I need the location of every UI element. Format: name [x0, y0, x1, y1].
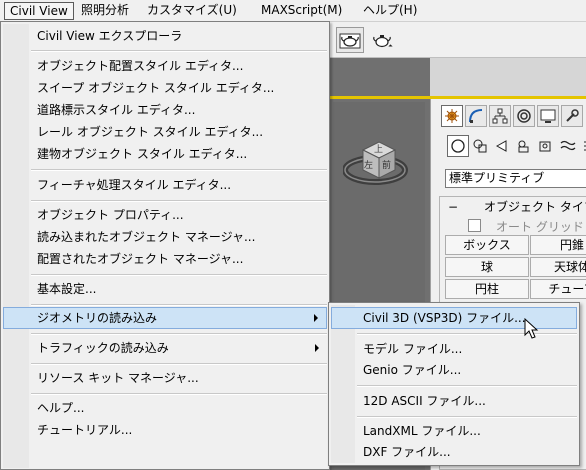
motion-tab-icon [517, 109, 531, 123]
menu-separator [357, 416, 577, 418]
teapot-render-icon [339, 33, 361, 49]
submenu-item-12d-ascii-file[interactable]: 12D ASCII ファイル... [331, 390, 577, 412]
menu-item-road-marking-style-editor[interactable]: 道路標示スタイル エディタ... [3, 99, 327, 121]
autogrid-label: オート グリッド [496, 220, 584, 234]
lights-icon [495, 140, 507, 152]
helpers-icon [539, 141, 551, 152]
menu-maxscript[interactable]: MAXScript(M) [256, 2, 347, 20]
helpers-category[interactable] [535, 135, 557, 157]
geometry-icon [451, 139, 465, 153]
menu-item-rail-object-style-editor[interactable]: レール オブジェクト スタイル エディタ... [3, 121, 327, 143]
hierarchy-tab-icon [492, 108, 508, 124]
menu-item-feature-processing-style-editor[interactable]: フィーチャ処理スタイル エディタ... [3, 174, 327, 196]
submenu-item-genio-file[interactable]: Genio ファイル... [331, 359, 577, 381]
tab-modify[interactable] [465, 105, 487, 127]
systems-category[interactable] [577, 135, 586, 157]
render-setup-button[interactable] [336, 27, 364, 53]
menu-item-resource-kit-manager[interactable]: リソース キット マネージャ... [3, 367, 327, 389]
utilities-tab-icon [566, 109, 579, 122]
menu-item-sweep-object-style-editor[interactable]: スイープ オブジェクト スタイル エディタ... [3, 77, 327, 99]
tab-display[interactable] [537, 105, 559, 127]
rollout-toggle[interactable]: − [448, 199, 458, 215]
menu-item-object-properties[interactable]: オブジェクト プロパティ... [3, 204, 327, 226]
cone-button[interactable]: 円錐 [530, 235, 586, 255]
menu-item-object-placement-style-editor[interactable]: オブジェクト配置スタイル エディタ... [3, 55, 327, 77]
menu-item-traffic-import[interactable]: トラフィックの読み込み [3, 337, 327, 359]
menu-separator [31, 50, 327, 52]
sphere-button[interactable]: 球 [445, 257, 529, 277]
menu-separator [31, 393, 327, 395]
geometry-category[interactable] [447, 135, 469, 157]
menu-item-traffic-import-label: トラフィックの読み込み [37, 341, 169, 355]
spacewarps-category[interactable] [557, 135, 579, 157]
cylinder-button[interactable]: 円柱 [445, 279, 529, 299]
display-tab-icon [540, 109, 556, 123]
tab-hierarchy[interactable] [489, 105, 511, 127]
menu-separator [31, 274, 327, 276]
tab-motion[interactable] [513, 105, 535, 127]
menu-separator [31, 169, 327, 171]
viewcube-left-label: 左 [364, 161, 374, 171]
menu-separator [357, 385, 577, 387]
create-category-icons [441, 135, 586, 157]
menu-item-placed-object-manager[interactable]: 配置されたオブジェクト マネージャ... [3, 248, 327, 270]
create-tab-icon [445, 109, 459, 123]
command-panel-tabs [441, 105, 586, 129]
rollout-title[interactable]: オブジェクト タイプ [484, 199, 586, 215]
menu-civil-view[interactable]: Civil View [4, 2, 74, 20]
tab-utilities[interactable] [561, 105, 583, 127]
viewcube-front-label: 前 [382, 161, 392, 171]
menu-customize[interactable]: カスタマイズ(U) [142, 2, 242, 20]
tab-create[interactable] [441, 105, 463, 127]
civil-view-menu: Civil View エクスプローラ オブジェクト配置スタイル エディタ... … [0, 21, 330, 470]
menu-separator [31, 200, 327, 202]
menu-item-preferences[interactable]: 基本設定... [3, 278, 327, 300]
shapes-icon [473, 139, 487, 153]
menu-item-civil-view-explorer[interactable]: Civil View エクスプローラ [3, 25, 327, 47]
submenu-item-model-file[interactable]: モデル ファイル... [331, 338, 577, 360]
autogrid-checkbox[interactable] [468, 219, 481, 232]
menu-separator [31, 333, 327, 335]
lights-category[interactable] [491, 135, 513, 157]
menu-item-imported-object-manager[interactable]: 読み込まれたオブジェクト マネージャ... [3, 226, 327, 248]
submenu-item-landxml-file[interactable]: LandXML ファイル... [331, 420, 577, 442]
menu-item-tutorials[interactable]: チュートリアル... [3, 419, 327, 441]
cameras-icon [518, 140, 529, 153]
menu-help[interactable]: ヘルプ(H) [358, 2, 422, 20]
mouse-cursor-icon [524, 318, 539, 339]
box-button[interactable]: ボックス [445, 235, 529, 255]
menu-separator [357, 333, 577, 335]
submenu-item-dxf-file[interactable]: DXF ファイル... [331, 441, 577, 463]
systems-icon [584, 141, 586, 151]
menu-item-geometry-import[interactable]: ジオメトリの読み込み [3, 307, 327, 329]
cameras-category[interactable] [513, 135, 535, 157]
submenu-arrow-icon [315, 344, 319, 352]
menu-separator [31, 363, 327, 365]
spacewarps-icon [560, 140, 576, 151]
menu-separator [31, 304, 327, 306]
modify-tab-icon [469, 109, 483, 123]
menu-item-building-object-style-editor[interactable]: 建物オブジェクト スタイル エディタ... [3, 143, 327, 165]
main-toolbar [330, 22, 586, 58]
menu-item-help[interactable]: ヘルプ... [3, 397, 327, 419]
menu-item-geometry-import-label: ジオメトリの読み込み [37, 311, 158, 325]
menu-lighting-analysis[interactable]: 照明分析 [76, 2, 134, 20]
viewcube-top-label: 上 [374, 145, 384, 155]
category-dropdown[interactable]: 標準プリミティブ [445, 169, 586, 188]
render-button[interactable] [368, 27, 396, 53]
geosphere-button[interactable]: 天球体 [530, 257, 586, 277]
submenu-item-civil3d-vsp3d-file[interactable]: Civil 3D (VSP3D) ファイル... [331, 307, 577, 329]
shapes-category[interactable] [469, 135, 491, 157]
tube-button[interactable]: チューブ [530, 279, 586, 299]
submenu-arrow-icon [314, 314, 318, 322]
geometry-import-submenu: Civil 3D (VSP3D) ファイル... モデル ファイル... Gen… [328, 302, 580, 466]
menu-bar: Civil View 照明分析 カスタマイズ(U) MAXScript(M) ヘ… [0, 0, 586, 22]
viewcube[interactable]: 上 左 前 [342, 130, 419, 196]
